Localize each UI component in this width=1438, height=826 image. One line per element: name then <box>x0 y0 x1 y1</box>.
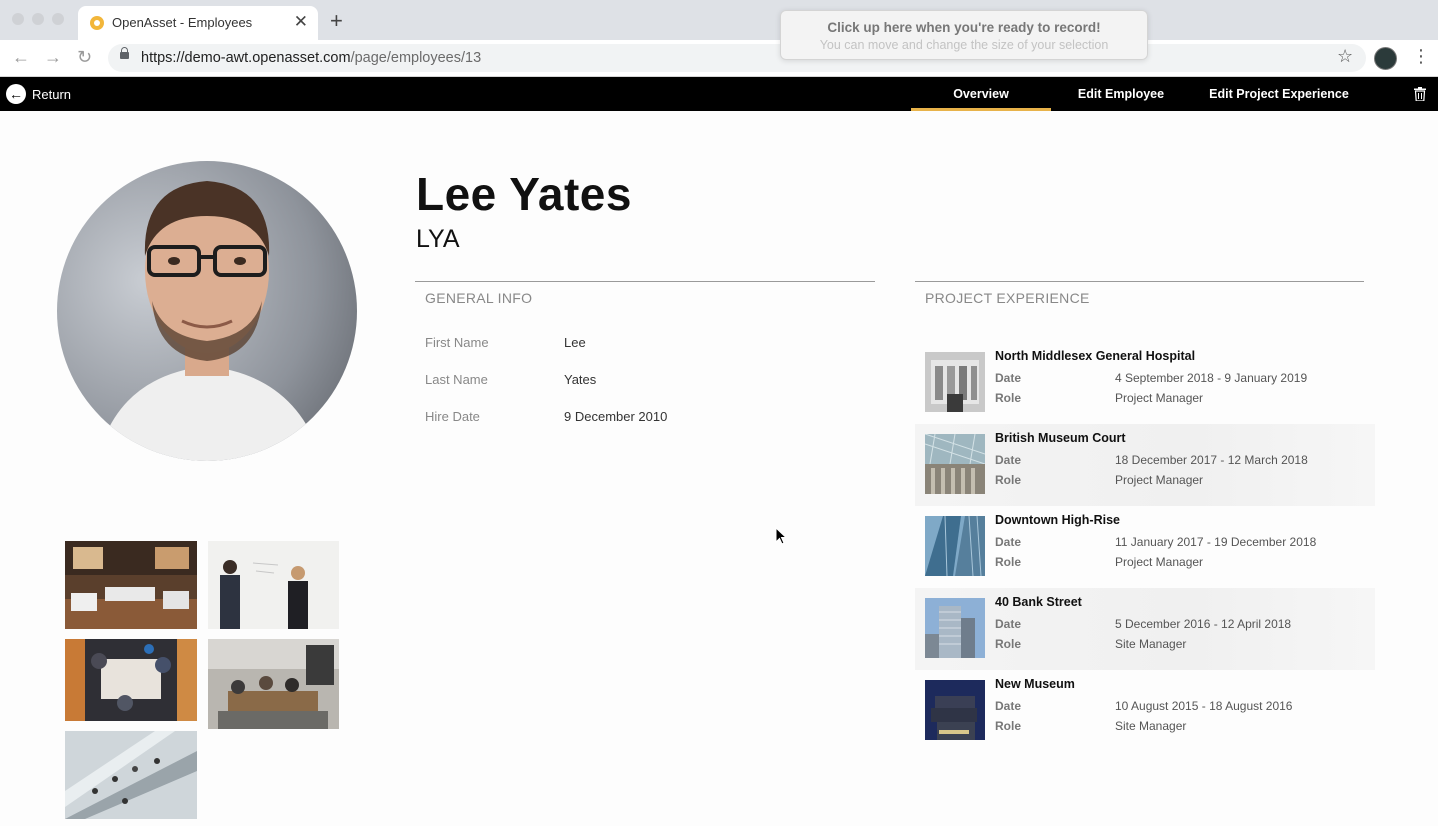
tab-close-icon[interactable]: ✕ <box>294 12 308 32</box>
project-experience-title: PROJECT EXPERIENCE <box>925 290 1090 306</box>
lock-icon <box>120 47 129 59</box>
project-role-label: Role <box>995 473 1022 487</box>
last-name-value: Yates <box>564 372 597 387</box>
employee-photo <box>57 161 357 461</box>
hire-date-value: 9 December 2010 <box>564 409 668 424</box>
first-name-label: First Name <box>425 335 489 350</box>
project-experience-divider <box>915 281 1364 282</box>
tab-edit-employee[interactable]: Edit Employee <box>1061 77 1181 111</box>
project-thumbnail[interactable] <box>925 680 985 740</box>
employee-initials: LYA <box>416 225 460 253</box>
project-item: 40 Bank Street Date 5 December 2016 - 12… <box>915 588 1375 670</box>
project-date-value: 18 December 2017 - 12 March 2018 <box>1115 453 1308 467</box>
return-button[interactable]: ← Return <box>6 84 71 104</box>
window-minimize-dot[interactable] <box>32 13 44 25</box>
project-role-value: Site Manager <box>1115 637 1187 651</box>
recording-prompt[interactable]: Click up here when you're ready to recor… <box>780 10 1148 60</box>
url-host: https://demo-awt.openasset.com <box>141 50 351 66</box>
profile-avatar[interactable] <box>1374 47 1397 70</box>
browser-tab[interactable]: OpenAsset - Employees ✕ <box>78 6 318 40</box>
first-name-value: Lee <box>564 335 586 350</box>
employee-overview: Lee Yates LYA GENERAL INFO First Name Le… <box>0 111 1438 826</box>
project-date-label: Date <box>995 371 1022 385</box>
browser-toolbar: ← → ↻ https://demo-awt.openasset.com/pag… <box>0 40 1438 77</box>
address-bar[interactable]: https://demo-awt.openasset.com/page/empl… <box>108 44 1366 72</box>
tab-edit-project-experience[interactable]: Edit Project Experience <box>1194 77 1364 111</box>
last-name-label: Last Name <box>425 372 488 387</box>
project-role-label: Role <box>995 555 1022 569</box>
project-thumbnail[interactable] <box>925 598 985 658</box>
return-label: Return <box>32 86 72 102</box>
new-tab-icon[interactable]: + <box>330 8 343 34</box>
openasset-favicon-icon <box>90 16 104 30</box>
project-thumbnail[interactable] <box>925 516 985 576</box>
project-role-label: Role <box>995 719 1022 733</box>
window-zoom-dot[interactable] <box>52 13 64 25</box>
forward-icon[interactable]: → <box>44 47 62 68</box>
project-item: New Museum Date 10 August 2015 - 18 Augu… <box>915 670 1375 752</box>
project-name[interactable]: 40 Bank Street <box>995 595 1082 609</box>
project-item: North Middlesex General Hospital Date 4 … <box>915 342 1375 424</box>
project-role-value: Project Manager <box>1115 473 1204 487</box>
project-thumbnail[interactable] <box>925 434 985 494</box>
project-name[interactable]: New Museum <box>995 677 1075 691</box>
project-name[interactable]: Downtown High-Rise <box>995 513 1120 527</box>
project-date-value: 10 August 2015 - 18 August 2016 <box>1115 699 1293 713</box>
window-close-dot[interactable] <box>12 13 24 25</box>
hire-date-label: Hire Date <box>425 409 480 424</box>
project-date-label: Date <box>995 617 1022 631</box>
recording-prompt-subtitle: You can move and change the size of your… <box>819 38 1109 52</box>
general-info-divider <box>415 281 875 282</box>
gallery-image-escalator[interactable] <box>65 731 197 819</box>
gallery-image-whiteboard[interactable] <box>208 541 339 629</box>
back-icon[interactable]: ← <box>12 47 30 68</box>
gallery-image-office[interactable] <box>65 541 197 629</box>
browser-tab-title: OpenAsset - Employees <box>112 15 253 30</box>
reload-icon[interactable]: ↻ <box>77 47 92 68</box>
project-role-value: Site Manager <box>1115 719 1187 733</box>
project-name[interactable]: British Museum Court <box>995 431 1126 445</box>
url-path: /page/employees/13 <box>350 50 482 66</box>
project-thumbnail[interactable] <box>925 352 985 412</box>
project-name[interactable]: North Middlesex General Hospital <box>995 349 1195 363</box>
browser-menu-icon[interactable]: ⋮ <box>1412 46 1430 67</box>
gallery-image-meeting-overhead[interactable] <box>65 639 197 721</box>
project-date-value: 5 December 2016 - 12 April 2018 <box>1115 617 1292 631</box>
project-date-label: Date <box>995 453 1022 467</box>
gallery-image-team-table[interactable] <box>208 639 339 729</box>
project-date-label: Date <box>995 699 1022 713</box>
general-info-title: GENERAL INFO <box>425 290 533 306</box>
project-date-value: 11 January 2017 - 19 December 2018 <box>1115 535 1317 549</box>
bookmark-star-icon[interactable]: ☆ <box>1337 46 1353 67</box>
project-date-label: Date <box>995 535 1022 549</box>
url-text[interactable]: https://demo-awt.openasset.com/page/empl… <box>141 50 481 66</box>
project-item: Downtown High-Rise Date 11 January 2017 … <box>915 506 1375 588</box>
project-role-label: Role <box>995 637 1022 651</box>
project-role-label: Role <box>995 391 1022 405</box>
browser-tab-strip: OpenAsset - Employees ✕ + <box>0 0 1438 40</box>
mouse-cursor-icon <box>775 527 787 545</box>
project-item: British Museum Court Date 18 December 20… <box>915 424 1375 506</box>
tab-overview[interactable]: Overview <box>911 77 1051 111</box>
project-role-value: Project Manager <box>1115 555 1204 569</box>
back-arrow-icon: ← <box>6 84 26 104</box>
app-header: ← Return Overview Edit Employee Edit Pro… <box>0 77 1438 111</box>
project-date-value: 4 September 2018 - 9 January 2019 <box>1115 371 1308 385</box>
employee-name: Lee Yates <box>416 168 632 220</box>
project-role-value: Project Manager <box>1115 391 1204 405</box>
recording-prompt-title: Click up here when you're ready to recor… <box>827 20 1101 35</box>
trash-icon[interactable] <box>1414 87 1426 101</box>
